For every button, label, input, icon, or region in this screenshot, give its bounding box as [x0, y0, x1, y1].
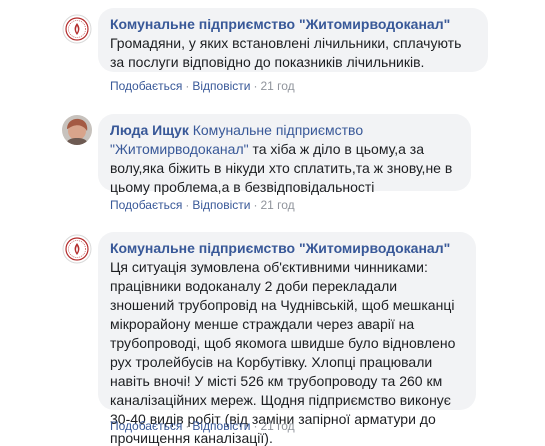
reply-link[interactable]: Відповісти — [192, 79, 250, 93]
comment-actions: Подобається · Відповісти · 21 год — [110, 78, 295, 94]
comment-author-link[interactable]: Комунальне підприємство "Житомирводокана… — [110, 240, 450, 256]
user-photo-icon — [62, 115, 92, 145]
comment-actions: Подобається · Відповісти · 21 год — [110, 418, 295, 434]
comment-actions: Подобається · Відповісти · 21 год — [110, 197, 295, 213]
comment-timestamp[interactable]: 21 год — [260, 419, 294, 433]
reply-link[interactable]: Відповісти — [192, 198, 250, 212]
separator-dot: · — [253, 198, 258, 212]
page-avatar[interactable] — [62, 234, 92, 264]
comment-bubble: Комунальне підприємство "Житомирводокана… — [98, 232, 476, 446]
comment-bubble: Люда Ищук Комунальне підприємство "Житом… — [98, 114, 471, 195]
like-link[interactable]: Подобається — [110, 198, 182, 212]
seal-logo-icon — [62, 234, 92, 264]
separator-dot: · — [253, 79, 258, 93]
comment-bubble: Комунальне підприємство "Житомирводокана… — [98, 8, 488, 72]
seal-logo-icon — [62, 14, 92, 44]
like-link[interactable]: Подобається — [110, 419, 182, 433]
separator-dot: · — [253, 419, 258, 433]
reply-link[interactable]: Відповісти — [192, 419, 250, 433]
comment-timestamp[interactable]: 21 год — [260, 79, 294, 93]
comment-author-link[interactable]: Комунальне підприємство "Житомирводокана… — [110, 16, 450, 32]
separator-dot: · — [185, 79, 190, 93]
separator-dot: · — [185, 198, 190, 212]
like-link[interactable]: Подобається — [110, 79, 182, 93]
page-avatar[interactable] — [62, 14, 92, 44]
comment-text: Громадяни, у яких встановлені лічильники… — [110, 35, 462, 70]
comment-author-link[interactable]: Люда Ищук — [110, 122, 189, 138]
separator-dot: · — [185, 419, 190, 433]
comment-thread: Комунальне підприємство "Житомирводокана… — [0, 0, 545, 446]
comment-timestamp[interactable]: 21 год — [260, 198, 294, 212]
user-avatar[interactable] — [62, 115, 92, 145]
